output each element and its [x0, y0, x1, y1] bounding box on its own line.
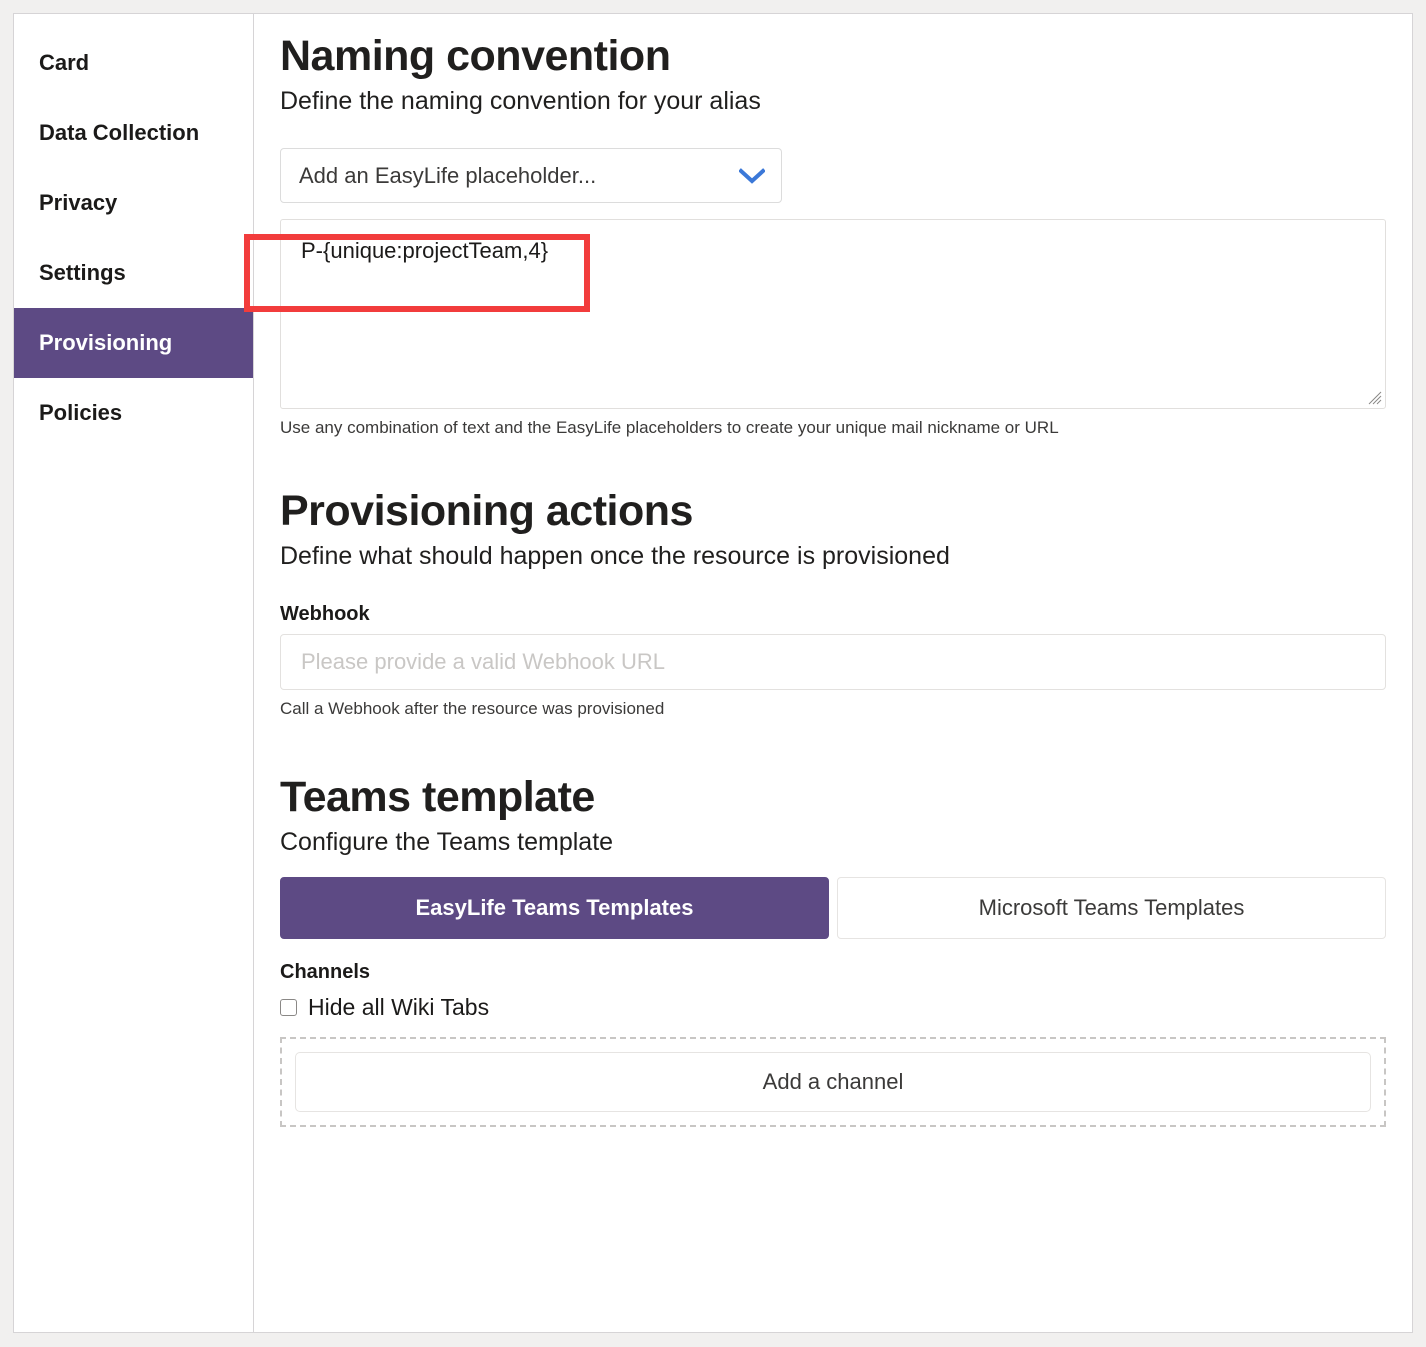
main-content: Naming convention Define the naming conv… — [254, 14, 1412, 1332]
tab-microsoft-teams-templates[interactable]: Microsoft Teams Templates — [837, 877, 1386, 940]
easylife-placeholder-select-value: Add an EasyLife placeholder... — [299, 162, 597, 188]
sidebar-item-card[interactable]: Card — [14, 28, 253, 98]
sidebar-item-label: Provisioning — [39, 330, 173, 355]
sidebar-item-label: Policies — [39, 400, 123, 425]
sidebar-item-settings[interactable]: Settings — [14, 238, 253, 308]
sidebar-item-policies[interactable]: Policies — [14, 378, 253, 448]
teams-template-tab-group: EasyLife Teams Templates Microsoft Teams… — [280, 877, 1386, 940]
pattern-textarea[interactable] — [280, 219, 1386, 410]
chevron-down-icon — [738, 167, 766, 184]
hide-all-wiki-tabs-row[interactable]: Hide all Wiki Tabs — [280, 994, 1386, 1021]
teams-template-subheading: Configure the Teams template — [280, 828, 614, 857]
add-channel-label: Add a channel — [762, 1069, 904, 1095]
naming-pattern-field — [280, 219, 1386, 410]
sidebar-item-label: Card — [39, 50, 90, 75]
tab-easylife-teams-templates[interactable]: EasyLife Teams Templates — [280, 877, 829, 940]
provisioning-actions-heading: Provisioning actions — [280, 486, 693, 535]
channels-label: Channels — [280, 961, 371, 984]
naming-convention-heading: Naming convention — [280, 32, 671, 80]
teams-template-heading: Teams template — [280, 773, 595, 822]
sidebar-item-label: Privacy — [39, 190, 118, 215]
webhook-helper: Call a Webhook after the resource was pr… — [280, 698, 665, 718]
tab-label: Microsoft Teams Templates — [978, 895, 1245, 921]
naming-convention-helper: Use any combination of text and the Easy… — [280, 418, 1059, 438]
hide-all-wiki-tabs-checkbox[interactable] — [280, 999, 297, 1017]
provisioning-actions-subheading: Define what should happen once the resou… — [280, 541, 950, 570]
settings-card: Card Data Collection Privacy Settings Pr… — [13, 13, 1413, 1333]
naming-convention-subheading: Define the naming convention for your al… — [280, 87, 761, 116]
channels-dropzone[interactable]: Add a channel — [280, 1037, 1386, 1128]
webhook-url-input[interactable] — [280, 633, 1386, 690]
sidebar-item-provisioning[interactable]: Provisioning — [14, 308, 253, 378]
sidebar-item-data-collection[interactable]: Data Collection — [14, 98, 253, 168]
sidebar-nav: Card Data Collection Privacy Settings Pr… — [14, 14, 254, 1332]
sidebar-item-label: Data Collection — [39, 120, 200, 145]
add-channel-button[interactable]: Add a channel — [295, 1052, 1371, 1113]
sidebar-item-label: Settings — [39, 260, 126, 285]
tab-label: EasyLife Teams Templates — [415, 895, 694, 921]
webhook-label: Webhook — [280, 602, 370, 625]
app-window: Card Data Collection Privacy Settings Pr… — [0, 0, 1426, 1347]
easylife-placeholder-select[interactable]: Add an EasyLife placeholder... — [280, 148, 782, 204]
sidebar-item-privacy[interactable]: Privacy — [14, 168, 253, 238]
hide-all-wiki-tabs-label: Hide all Wiki Tabs — [308, 994, 490, 1021]
